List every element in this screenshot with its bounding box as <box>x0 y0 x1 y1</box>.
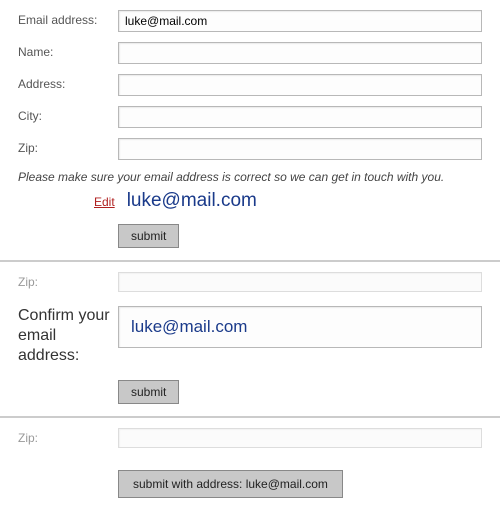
divider <box>0 260 500 262</box>
zip-field-2[interactable] <box>118 272 482 292</box>
name-label: Name: <box>18 42 118 59</box>
divider-2 <box>0 416 500 418</box>
submit-with-address-button[interactable]: submit with address: luke@mail.com <box>118 470 343 498</box>
city-field[interactable] <box>118 106 482 128</box>
confirm-email-label: Confirm your email address: <box>18 306 118 366</box>
zip-label-2: Zip: <box>18 272 118 289</box>
submit-button-2[interactable]: submit <box>118 380 179 404</box>
name-field[interactable] <box>118 42 482 64</box>
address-field[interactable] <box>118 74 482 96</box>
zip-label-3: Zip: <box>18 428 118 445</box>
email-field[interactable] <box>118 10 482 32</box>
zip-field[interactable] <box>118 138 482 160</box>
zip-field-3[interactable] <box>118 428 482 448</box>
address-label: Address: <box>18 74 118 91</box>
submit-button[interactable]: submit <box>118 224 179 248</box>
edit-link[interactable]: Edit <box>94 195 115 209</box>
email-hint: Please make sure your email address is c… <box>18 170 482 184</box>
email-label: Email address: <box>18 10 118 27</box>
zip-label: Zip: <box>18 138 118 155</box>
city-label: City: <box>18 106 118 123</box>
confirm-email-field[interactable] <box>118 306 482 348</box>
echo-email: luke@mail.com <box>127 190 257 212</box>
